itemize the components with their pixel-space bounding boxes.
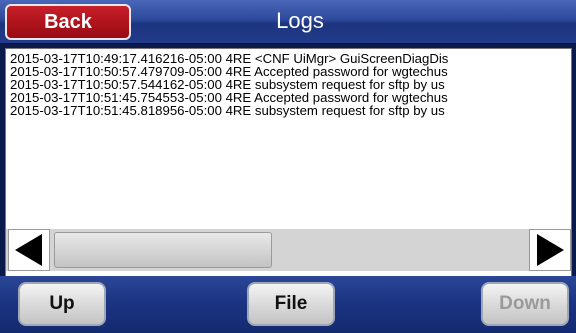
down-button[interactable]: Down xyxy=(481,282,569,326)
scroll-left-button[interactable] xyxy=(8,229,50,271)
page-title: Logs xyxy=(276,8,324,33)
scroll-right-button[interactable] xyxy=(529,229,571,271)
back-button[interactable]: Back xyxy=(5,4,131,40)
log-line: 2015-03-17T10:51:45.818956-05:00 4RE sub… xyxy=(10,103,445,118)
log-panel: 2015-03-17T10:49:17.416216-05:00 4RE <CN… xyxy=(5,48,572,278)
scrollbar-thumb[interactable] xyxy=(54,232,272,268)
file-button[interactable]: File xyxy=(247,282,335,326)
horizontal-scrollbar[interactable] xyxy=(6,229,571,271)
title-bar: Back Logs xyxy=(0,0,576,44)
triangle-right-icon xyxy=(537,234,564,266)
up-button[interactable]: Up xyxy=(18,282,106,326)
bottom-bar: Up File Down xyxy=(0,276,576,333)
triangle-left-icon xyxy=(15,234,42,266)
log-text-area[interactable]: 2015-03-17T10:49:17.416216-05:00 4RE <CN… xyxy=(10,52,570,224)
